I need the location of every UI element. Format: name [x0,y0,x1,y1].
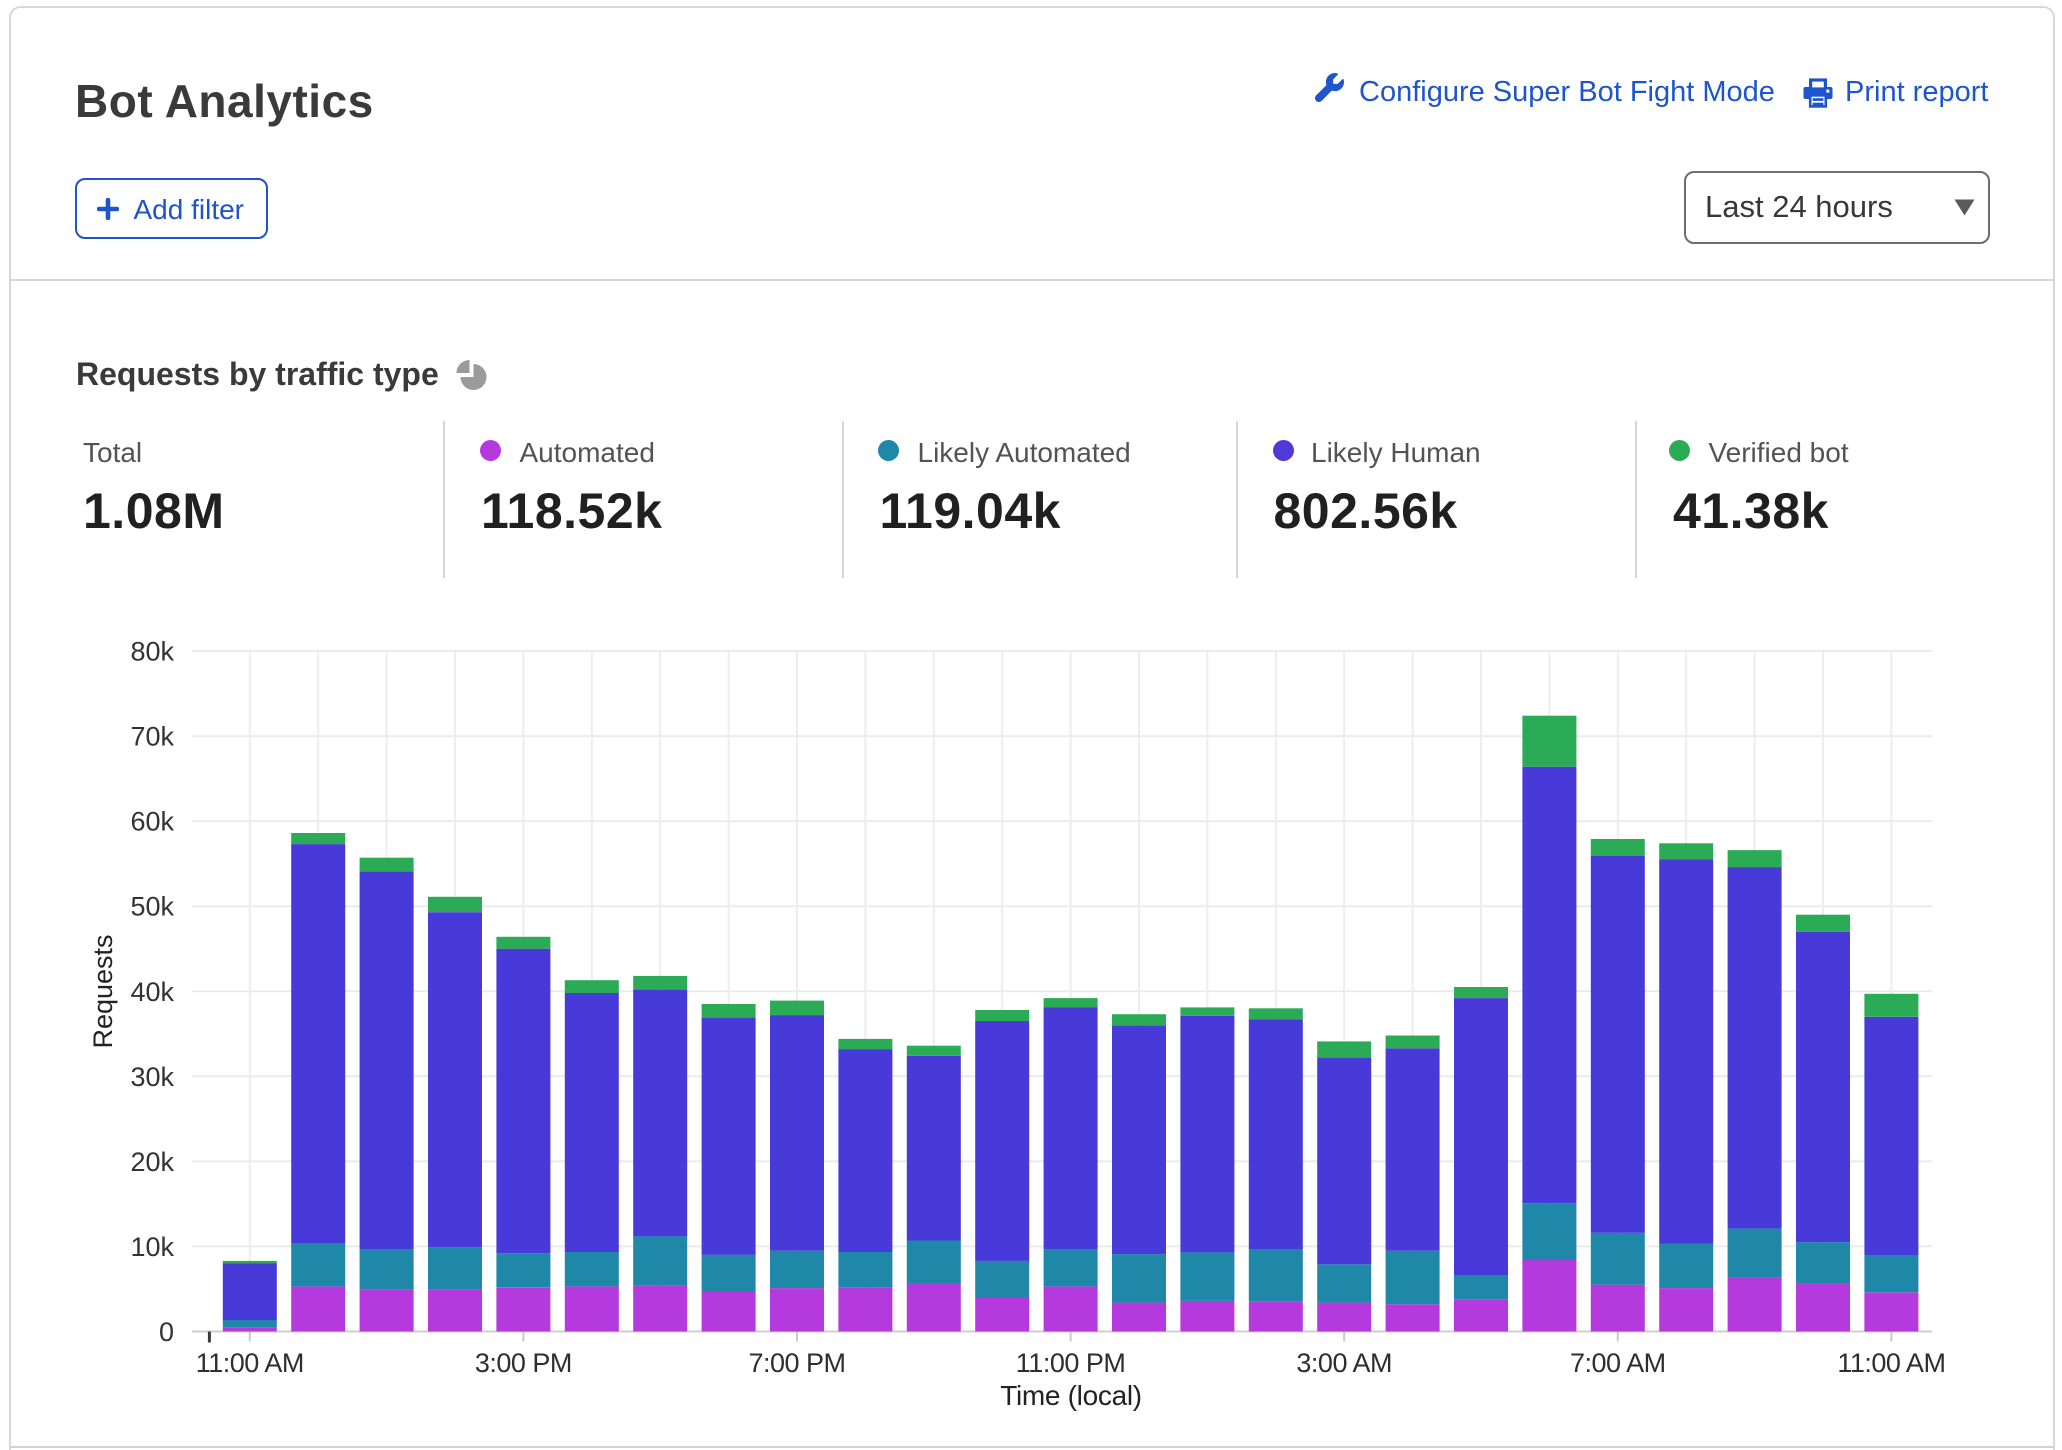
svg-text:Requests: Requests [88,934,118,1048]
svg-text:11:00 AM: 11:00 AM [1837,1348,1945,1378]
svg-text:70k: 70k [130,722,174,752]
svg-text:3:00 PM: 3:00 PM [475,1348,572,1378]
svg-text:80k: 80k [130,637,174,667]
svg-text:50k: 50k [130,892,174,922]
svg-text:10k: 10k [130,1232,174,1262]
svg-text:30k: 30k [130,1062,174,1092]
svg-text:11:00 PM: 11:00 PM [1016,1348,1126,1378]
svg-text:40k: 40k [130,977,174,1007]
svg-text:11:00 AM: 11:00 AM [196,1348,304,1378]
svg-text:Time (local): Time (local) [1000,1380,1142,1411]
svg-text:60k: 60k [130,807,174,837]
svg-text:3:00 AM: 3:00 AM [1296,1348,1392,1378]
svg-text:7:00 PM: 7:00 PM [748,1348,845,1378]
svg-text:7:00 AM: 7:00 AM [1570,1348,1666,1378]
svg-text:20k: 20k [130,1147,174,1177]
svg-text:0: 0 [159,1317,174,1347]
